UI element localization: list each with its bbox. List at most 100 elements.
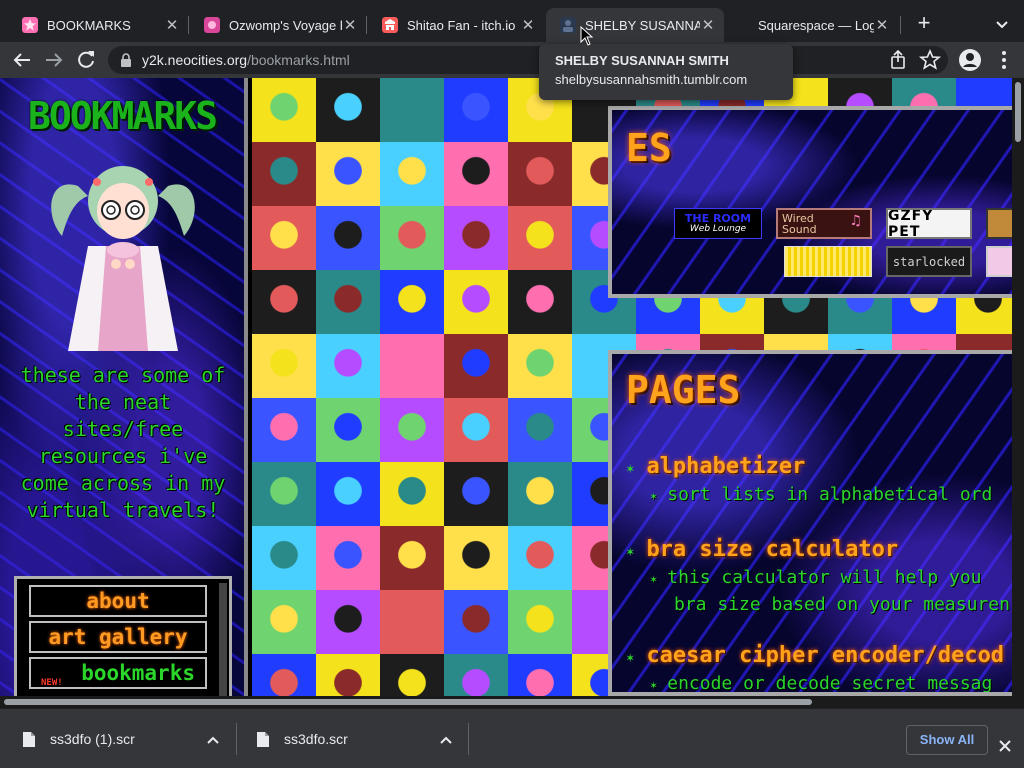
button-subtitle: Web Lounge	[689, 223, 747, 234]
site-button-gzfy-pet[interactable]: GZFY PET	[886, 208, 972, 239]
page-scrollbar-vertical[interactable]	[1012, 78, 1024, 696]
page-link-bra-size-calculator[interactable]: ✶ bra size calculator	[626, 537, 898, 562]
collage-tile	[444, 654, 508, 696]
collage-tile	[316, 78, 380, 142]
nav-link-about[interactable]: about	[29, 585, 207, 617]
button-brand: THE ROOM	[684, 211, 752, 225]
pink-square-icon	[204, 17, 220, 33]
collage-tile	[252, 78, 316, 142]
sidebar: BOOKMARKS these are some of the neat sit…	[0, 78, 248, 696]
download-divider	[468, 723, 469, 755]
collage-tile	[508, 398, 572, 462]
tab-divider	[900, 16, 901, 34]
collage-tile	[252, 398, 316, 462]
page-description-line: bra size based on your measuren	[674, 594, 1010, 615]
collage-tile	[444, 206, 508, 270]
collage-tile	[508, 334, 572, 398]
page-description-line: encode or decode secret messag	[667, 673, 993, 694]
pages-panel: PAGES ✶ alphabetizer ✶ sort lists in alpha…	[608, 350, 1024, 696]
tab-squarespace[interactable]: Squarespace — Log ✕	[726, 8, 898, 42]
download-item[interactable]: ss3dfo.scr	[256, 709, 436, 768]
collage-tile	[508, 590, 572, 654]
page-link-name: alphabetizer	[646, 454, 806, 479]
collage-tile	[444, 78, 508, 142]
site-nav: about art gallery NEW! bookmarks	[14, 576, 232, 696]
nav-scrollbar[interactable]	[219, 583, 227, 696]
page-description-line: sort lists in alphabetical ord	[667, 484, 993, 505]
tab-title: Shitao Fan - itch.io	[407, 17, 516, 33]
site-button-starlocked[interactable]: starlocked	[886, 246, 972, 277]
tab-divider	[366, 16, 367, 34]
back-arrow-icon[interactable]	[10, 48, 34, 72]
site-button-wired-sound[interactable]: Wired Sound ♫	[776, 208, 872, 239]
collage-tile	[316, 270, 380, 334]
star-bullet-icon: ✶	[626, 461, 635, 477]
button-label: Wired Sound	[782, 211, 817, 236]
scrollbar-thumb[interactable]	[1015, 82, 1021, 142]
close-icon[interactable]: ✕	[342, 16, 358, 34]
download-filename: ss3dfo.scr	[284, 731, 348, 747]
tooltip-url: shelbysusannahsmith.tumblr.com	[555, 72, 748, 87]
download-divider	[236, 723, 237, 755]
nav-link-bookmarks[interactable]: NEW! bookmarks	[29, 657, 207, 689]
close-icon[interactable]: ✕	[874, 16, 890, 34]
collage-tile	[508, 270, 572, 334]
chevron-up-icon[interactable]	[439, 733, 453, 747]
show-all-downloads-button[interactable]: Show All	[906, 725, 988, 755]
collage-tile	[444, 590, 508, 654]
tab-itch-io[interactable]: Shitao Fan - itch.io ✕	[368, 8, 544, 42]
profile-icon[interactable]	[958, 48, 982, 72]
tab-title: Ozwomp's Voyage b	[229, 17, 342, 33]
new-tab-button[interactable]: +	[912, 12, 936, 36]
reload-icon[interactable]	[74, 48, 98, 72]
page-link-caesar-cipher[interactable]: ✶ caesar cipher encoder/decod	[626, 643, 1004, 668]
collage-tile	[508, 654, 572, 696]
url-text: y2k.neocities.org/bookmarks.html	[142, 52, 350, 68]
close-icon[interactable]: ✕	[520, 16, 536, 34]
download-bar: ss3dfo (1).scr ss3dfo.scr Show All	[0, 708, 1024, 768]
download-item[interactable]: ss3dfo (1).scr	[22, 709, 212, 768]
star-bullet-icon: ✶	[626, 544, 635, 560]
address-bar[interactable]: y2k.neocities.org/bookmarks.html	[108, 46, 948, 74]
page-scrollbar-horizontal[interactable]	[0, 696, 1024, 708]
page-title: BOOKMARKS	[28, 94, 218, 138]
collage-tile	[380, 462, 444, 526]
pages-heading: PAGES	[626, 368, 741, 412]
collage-tile	[252, 654, 316, 696]
collage-tile	[252, 142, 316, 206]
collage-tile	[380, 78, 444, 142]
collage-tile	[380, 398, 444, 462]
collage-tile	[508, 206, 572, 270]
lock-icon[interactable]	[120, 53, 132, 67]
forward-arrow-icon[interactable]	[42, 48, 66, 72]
collage-tile	[380, 334, 444, 398]
itch-io-icon	[382, 17, 398, 33]
page-link-alphabetizer[interactable]: ✶ alphabetizer	[626, 454, 805, 479]
collage-tile	[380, 206, 444, 270]
collage-tile	[252, 334, 316, 398]
file-icon	[23, 731, 35, 747]
star-icon[interactable]	[918, 48, 942, 72]
more-menu-icon[interactable]	[992, 48, 1016, 72]
new-badge: NEW!	[41, 678, 63, 688]
tab-title: BOOKMARKS	[47, 17, 131, 33]
close-icon[interactable]	[998, 739, 1012, 753]
chevron-up-icon[interactable]	[206, 733, 220, 747]
tab-bookmarks[interactable]: BOOKMARKS ✕	[8, 8, 188, 42]
tab-ozwomps-voyage[interactable]: Ozwomp's Voyage b ✕	[190, 8, 366, 42]
nav-link-art-gallery[interactable]: art gallery	[29, 621, 207, 653]
close-icon[interactable]: ✕	[700, 16, 716, 34]
tab-hover-tooltip: SHELBY SUSANNAH SMITH shelbysusannahsmit…	[539, 44, 793, 100]
tab-title: SHELBY SUSANNAH	[585, 17, 700, 33]
tab-shelby-susannah[interactable]: SHELBY SUSANNAH ✕	[546, 8, 724, 42]
page-description-line: this calculator will help you	[667, 567, 982, 588]
site-button-yellow[interactable]	[784, 246, 872, 277]
site-button-web-lounge[interactable]: THE ROOM Web Lounge	[674, 208, 762, 239]
close-icon[interactable]: ✕	[164, 16, 180, 34]
collage-tile	[316, 654, 380, 696]
music-note-icon: ♫	[849, 213, 862, 229]
chevron-down-icon[interactable]	[992, 14, 1012, 34]
collage-tile	[444, 398, 508, 462]
share-icon[interactable]	[886, 48, 910, 72]
star-bullet-icon: ✶	[650, 572, 658, 586]
